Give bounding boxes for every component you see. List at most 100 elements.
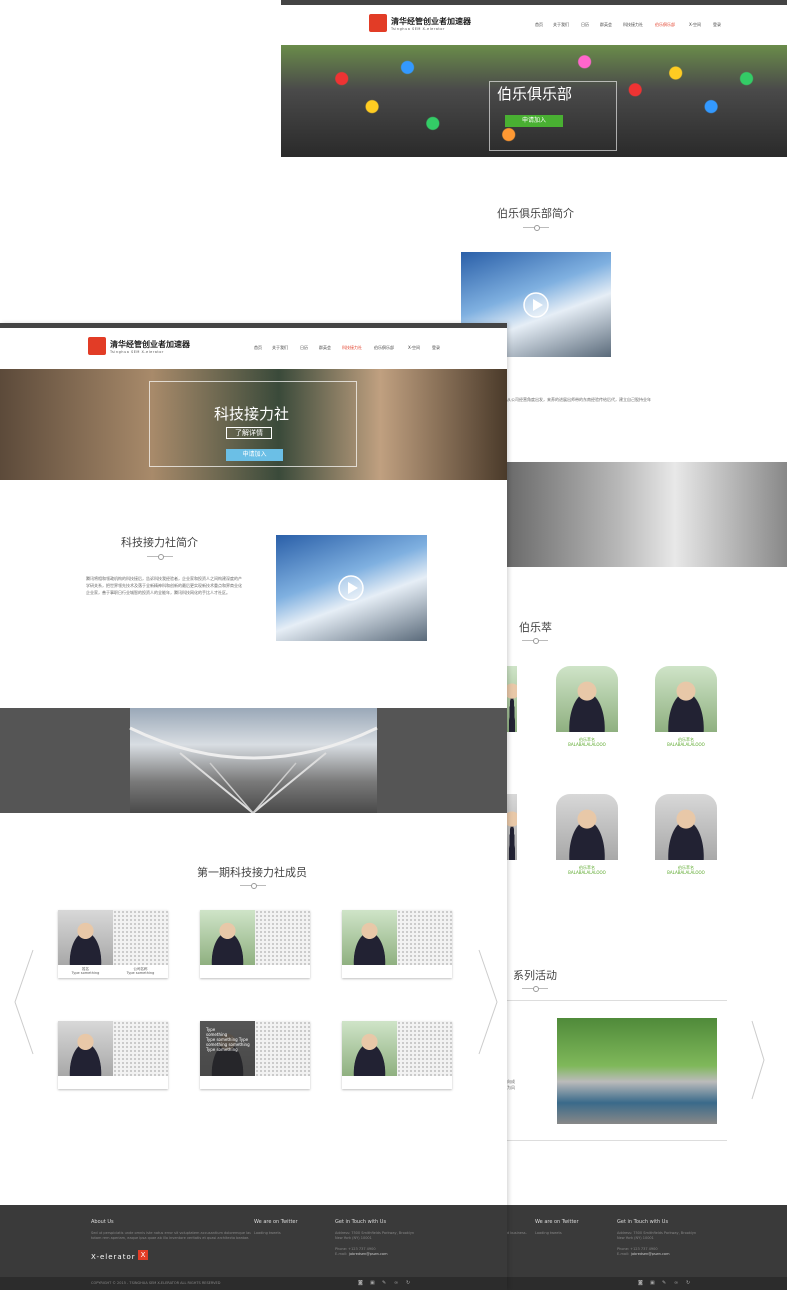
chevron-left-icon[interactable] xyxy=(14,949,34,1055)
section-divider xyxy=(522,986,548,992)
member-card-hover[interactable]: Type something Type something Type somet… xyxy=(200,1021,310,1089)
footer-email-label: E-mail: xyxy=(617,1252,630,1256)
member-card[interactable] xyxy=(200,910,310,978)
hero-image: 科技接力社 了解详情 申请加入 xyxy=(0,369,507,480)
nav-item[interactable]: X-空间 xyxy=(689,22,701,28)
section-divider xyxy=(522,638,548,644)
member-pattern xyxy=(113,910,168,965)
refresh-icon[interactable]: ↻ xyxy=(686,1280,690,1286)
member-photo[interactable] xyxy=(655,666,717,732)
events-rule xyxy=(507,1140,727,1141)
rss-icon[interactable]: ◙ xyxy=(638,1280,643,1286)
footer-email[interactable]: jobredsen@pswn.com xyxy=(349,1252,387,1257)
footer-email[interactable]: jobredsen@pswn.com xyxy=(631,1252,669,1257)
building-banner xyxy=(0,708,507,813)
member-en-name: BALABALALALOOO xyxy=(568,870,606,875)
footer-twitter-text: Loading tweets xyxy=(535,1231,562,1235)
section-title: 科技接力社简介 xyxy=(121,536,198,549)
top-bar xyxy=(281,0,787,5)
footer-brand[interactable]: X-elerator xyxy=(91,1253,136,1261)
top-bar xyxy=(0,323,507,328)
play-icon[interactable] xyxy=(523,292,549,318)
footer-about-title: About Us xyxy=(91,1219,114,1225)
hero-image: 伯乐俱乐部 申请加入 xyxy=(281,45,787,157)
member-card[interactable]: 姓名 Type something 公司名称 Type something xyxy=(58,910,168,978)
pin-icon[interactable]: ✎ xyxy=(382,1280,386,1286)
intro-text: 从公司经营角度出发，来养的进展出师带的东南经验传给后代，建立自己股持业年 xyxy=(507,397,651,402)
section-divider xyxy=(240,883,266,889)
logo-subtext: Tsinghua SEM X-elerator xyxy=(391,27,445,31)
nav-item[interactable]: 日历 xyxy=(581,22,589,28)
event-photo[interactable] xyxy=(557,1018,717,1124)
member-card[interactable] xyxy=(58,1021,168,1089)
member-pattern xyxy=(397,1021,452,1076)
member-pattern xyxy=(397,910,452,965)
nav-item[interactable]: 群英会 xyxy=(600,22,612,28)
member-photo xyxy=(58,910,113,965)
apply-button[interactable]: 申请加入 xyxy=(505,115,563,127)
section-title: 第一期科技接力社成员 xyxy=(197,866,307,879)
nav-item-active[interactable]: 伯乐俱乐部 xyxy=(655,22,675,28)
nav-item[interactable]: 关于我们 xyxy=(272,345,288,351)
nav-item-active[interactable]: 科技接力社 xyxy=(342,345,362,351)
nav-item[interactable]: 科技接力社 xyxy=(623,22,643,28)
building-banner xyxy=(507,462,787,567)
chevron-right-icon[interactable] xyxy=(478,949,498,1055)
nav-item[interactable]: X-空间 xyxy=(408,345,420,351)
nav-item[interactable]: 登录 xyxy=(432,345,440,351)
overlay-line: Type something xyxy=(206,1047,238,1052)
link-icon[interactable]: ∞ xyxy=(394,1280,398,1286)
share-icon[interactable]: ▣ xyxy=(370,1280,375,1286)
member-card[interactable] xyxy=(342,910,452,978)
member-photo-partial[interactable] xyxy=(507,794,517,860)
nav-item[interactable]: 登录 xyxy=(713,22,721,28)
nav-item[interactable]: 关于我们 xyxy=(553,22,569,28)
section-title: 伯乐俱乐部简介 xyxy=(497,207,574,220)
rss-icon[interactable]: ◙ xyxy=(358,1280,363,1286)
member-photo[interactable] xyxy=(556,666,618,732)
arch-illustration xyxy=(0,708,507,813)
member-en-name: BALABALALALOOO xyxy=(667,742,705,747)
member-subtitle: Type something xyxy=(71,971,100,975)
member-photo[interactable] xyxy=(655,794,717,860)
nav-item[interactable]: 日历 xyxy=(300,345,308,351)
member-en-name: BALABALALALOOO xyxy=(667,870,705,875)
footer-bottom-bar: COPYRIGHT © 2015 - TSINGHUA SEM X-ELERAT… xyxy=(0,1277,507,1290)
logo-icon[interactable] xyxy=(369,14,387,32)
member-pattern xyxy=(113,1021,168,1076)
section-title: 系列活动 xyxy=(513,969,557,982)
logo-text[interactable]: 清华经管创业者加速器 xyxy=(391,16,471,27)
copyright: COPYRIGHT © 2015 - TSINGHUA SEM X-ELERAT… xyxy=(91,1281,221,1285)
nav-item[interactable]: 首页 xyxy=(254,345,262,351)
member-photo xyxy=(200,910,255,965)
hero-title: 科技接力社 xyxy=(214,405,290,423)
logo-text[interactable]: 清华经管创业者加速器 xyxy=(110,339,190,350)
member-photo-partial[interactable] xyxy=(507,666,517,732)
footer-clipped-text: d business. xyxy=(507,1231,527,1235)
footer-contact-title: Get in Touch with Us xyxy=(335,1219,387,1225)
member-pattern xyxy=(255,910,310,965)
intro-image xyxy=(276,535,427,641)
event-side-text: 为风 xyxy=(507,1085,515,1090)
member-photo[interactable] xyxy=(556,794,618,860)
company-subtitle: Type something xyxy=(126,971,155,975)
share-icon[interactable]: ▣ xyxy=(650,1280,655,1286)
section-divider xyxy=(147,554,173,560)
apply-button[interactable]: 申请加入 xyxy=(226,449,283,461)
footer-about-text: totam rem aperiam, eaque ipsa quae ab il… xyxy=(91,1236,250,1240)
link-icon[interactable]: ∞ xyxy=(674,1280,678,1286)
nav-item[interactable]: 首页 xyxy=(535,22,543,28)
footer-contact-title: Get in Touch with Us xyxy=(617,1219,669,1225)
nav-item[interactable]: 群英会 xyxy=(319,345,331,351)
pin-icon[interactable]: ✎ xyxy=(662,1280,666,1286)
nav-item[interactable]: 伯乐俱乐部 xyxy=(374,345,394,351)
hero-title: 伯乐俱乐部 xyxy=(497,85,573,103)
member-card[interactable] xyxy=(342,1021,452,1089)
section-title: 伯乐萃 xyxy=(519,621,552,634)
member-photo xyxy=(342,910,397,965)
refresh-icon[interactable]: ↻ xyxy=(406,1280,410,1286)
learn-more-button[interactable]: 了解详情 xyxy=(226,427,272,439)
chevron-right-icon[interactable] xyxy=(751,1020,765,1100)
logo-icon[interactable] xyxy=(88,337,106,355)
play-icon[interactable] xyxy=(338,575,364,601)
